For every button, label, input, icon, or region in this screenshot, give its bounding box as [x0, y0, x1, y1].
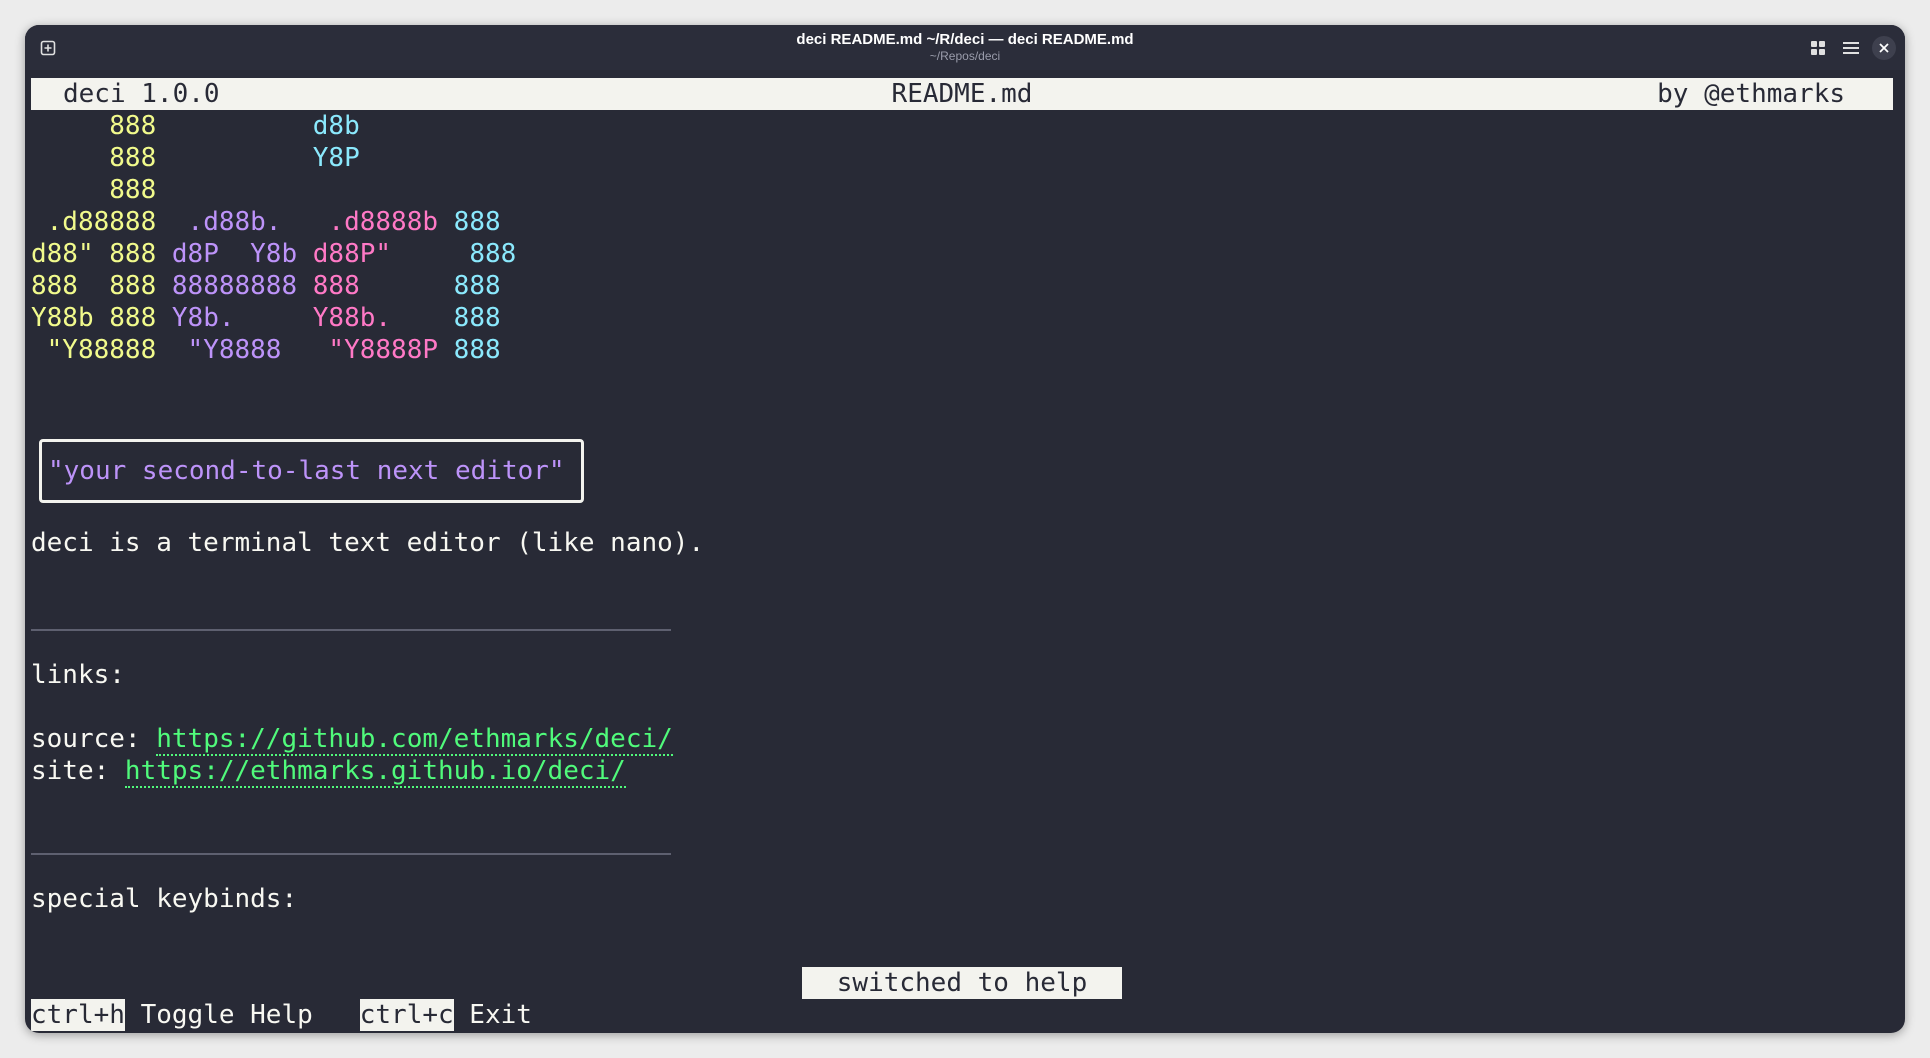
footer-keybinds: ctrl+h Toggle Help ctrl+c Exit — [31, 999, 532, 1031]
site-label: site: — [31, 756, 125, 786]
hamburger-menu-icon — [1843, 42, 1859, 54]
source-line: source: https://github.com/ethmarks/deci… — [31, 723, 673, 756]
site-link[interactable]: https://ethmarks.github.io/deci/ — [124, 756, 626, 788]
grid-icon — [1811, 41, 1825, 55]
author-credit: by @ethmarks — [1657, 79, 1845, 109]
exit-label: Exit — [453, 1000, 532, 1030]
menu-button[interactable] — [1839, 36, 1863, 60]
site-line: site: https://ethmarks.github.io/deci/ — [31, 755, 626, 788]
horizontal-rule — [31, 853, 671, 855]
status-message: switched to help — [802, 967, 1122, 999]
toggle-help-key[interactable]: ctrl+h — [31, 999, 125, 1031]
source-label: source: — [31, 724, 157, 754]
description-text: deci is a terminal text editor (like nan… — [31, 528, 705, 558]
logo-line: 888 — [31, 175, 157, 205]
keybinds-heading: special keybinds: — [31, 884, 298, 914]
close-icon — [1879, 43, 1889, 53]
source-link[interactable]: https://github.com/ethmarks/deci/ — [156, 724, 673, 756]
logo-line: "Y88888 "Y8888 "Y8888P 888 — [31, 335, 501, 365]
logo-line: .d88888 .d88b. .d8888b 888 — [31, 207, 501, 237]
file-name: README.md — [891, 79, 1033, 109]
terminal-content[interactable]: deci 1.0.0 README.md by @ethmarks 888 d8… — [31, 78, 1893, 1031]
view-grid-button[interactable] — [1806, 36, 1830, 60]
horizontal-rule — [31, 629, 671, 631]
tagline: "your second-to-last next editor" — [48, 456, 565, 486]
close-button[interactable] — [1872, 36, 1896, 60]
exit-key[interactable]: ctrl+c — [359, 999, 454, 1031]
tagline-box: "your second-to-last next editor" — [39, 439, 584, 503]
logo-line: 888 Y8P — [31, 143, 360, 173]
terminal-window: deci README.md ~/R/deci — deci README.md… — [25, 25, 1905, 1033]
editor-header-bar: deci 1.0.0 README.md by @ethmarks — [31, 78, 1893, 110]
window-subtitle: ~/Repos/deci — [929, 49, 1001, 63]
toggle-help-label: Toggle Help — [124, 1000, 313, 1030]
logo-line: d88" 888 d8P Y8b d88P" 888 — [31, 239, 517, 269]
title-bar: deci README.md ~/R/deci — deci README.md… — [25, 25, 1905, 70]
logo-line: Y88b 888 Y8b. Y88b. 888 — [31, 303, 501, 333]
logo-line: 888 888 88888888 888 888 — [31, 271, 501, 301]
links-heading: links: — [31, 660, 125, 690]
logo-line: 888 d8b — [31, 111, 360, 141]
window-title: deci README.md ~/R/deci — deci README.md — [796, 31, 1134, 48]
